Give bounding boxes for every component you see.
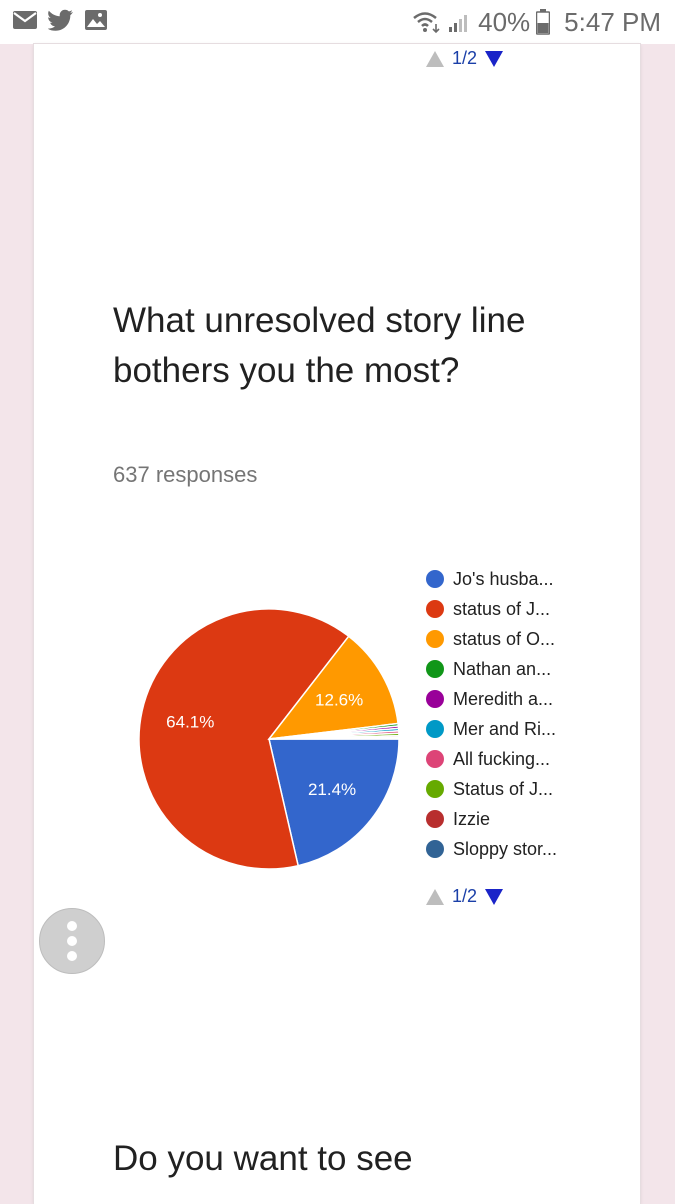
response-card: 1/2 What unresolved story line bothers y… bbox=[34, 44, 640, 1204]
system-indicators: 40% 5:47 PM bbox=[412, 4, 661, 40]
previous-page-icon[interactable] bbox=[426, 888, 444, 905]
legend-label: Izzie bbox=[453, 808, 491, 829]
battery-percent: 40% bbox=[478, 7, 531, 37]
legend-swatch bbox=[426, 780, 444, 798]
pie-chart: 21.4% 64.1% 12.6% bbox=[138, 608, 400, 870]
legend-item: Status of J... bbox=[426, 774, 557, 804]
legend-label: Nathan an... bbox=[453, 658, 552, 679]
page-indicator: 1/2 bbox=[452, 886, 478, 906]
legend-label: status of O... bbox=[453, 628, 556, 649]
legend-item: Mer and Ri... bbox=[426, 714, 557, 744]
legend-swatch bbox=[426, 840, 444, 858]
legend-item: Izzie bbox=[426, 804, 557, 834]
legend-label: Status of J... bbox=[453, 778, 554, 799]
legend-label: Sloppy stor... bbox=[453, 838, 558, 859]
battery-icon bbox=[536, 9, 551, 35]
legend-item: status of O... bbox=[426, 624, 557, 654]
legend-label: Jo's husba... bbox=[453, 568, 554, 589]
more-vert-icon bbox=[67, 921, 77, 931]
legend-swatch bbox=[426, 690, 444, 708]
legend-swatch bbox=[426, 810, 444, 828]
legend-item: status of J... bbox=[426, 594, 557, 624]
slice-value-label: 64.1% bbox=[166, 713, 214, 732]
page-indicator: 1/2 bbox=[452, 48, 478, 68]
next-question-title: Do you want to see bbox=[113, 1139, 413, 1178]
next-page-icon[interactable] bbox=[485, 50, 504, 67]
legend-item: Sloppy stor... bbox=[426, 834, 557, 864]
legend-swatch bbox=[426, 720, 444, 738]
legend-label: Meredith a... bbox=[453, 688, 554, 709]
next-page-icon[interactable] bbox=[485, 888, 504, 905]
legend-item: Jo's husba... bbox=[426, 564, 557, 594]
legend-swatch bbox=[426, 660, 444, 678]
legend-label: status of J... bbox=[453, 598, 551, 619]
mail-icon bbox=[13, 11, 37, 29]
legend-swatch bbox=[426, 630, 444, 648]
notification-icons bbox=[12, 9, 108, 31]
legend-label: Mer and Ri... bbox=[453, 718, 557, 739]
legend-pager-top: 1/2 bbox=[426, 48, 504, 69]
previous-page-icon[interactable] bbox=[426, 50, 444, 67]
legend-item: Nathan an... bbox=[426, 654, 557, 684]
legend-pager-bottom: 1/2 bbox=[426, 886, 504, 907]
more-options-button[interactable] bbox=[39, 908, 105, 974]
wifi-icon bbox=[413, 12, 440, 34]
legend-item: Meredith a... bbox=[426, 684, 557, 714]
image-icon bbox=[85, 10, 107, 30]
twitter-icon bbox=[48, 9, 73, 31]
legend-swatch bbox=[426, 570, 444, 588]
slice-value-label: 21.4% bbox=[308, 780, 356, 799]
status-bar: 40% 5:47 PM bbox=[0, 0, 675, 44]
legend-swatch bbox=[426, 600, 444, 618]
clock: 5:47 PM bbox=[564, 7, 661, 37]
slice-value-label: 12.6% bbox=[315, 690, 363, 709]
signal-icon bbox=[449, 15, 468, 32]
legend-swatch bbox=[426, 750, 444, 768]
legend-item: All fucking... bbox=[426, 744, 557, 774]
question-title: What unresolved story line bothers you t… bbox=[113, 301, 526, 390]
chart-legend: Jo's husba... status of J... status of O..… bbox=[426, 564, 557, 864]
legend-label: All fucking... bbox=[453, 748, 551, 769]
response-count: 637 responses bbox=[113, 462, 258, 487]
